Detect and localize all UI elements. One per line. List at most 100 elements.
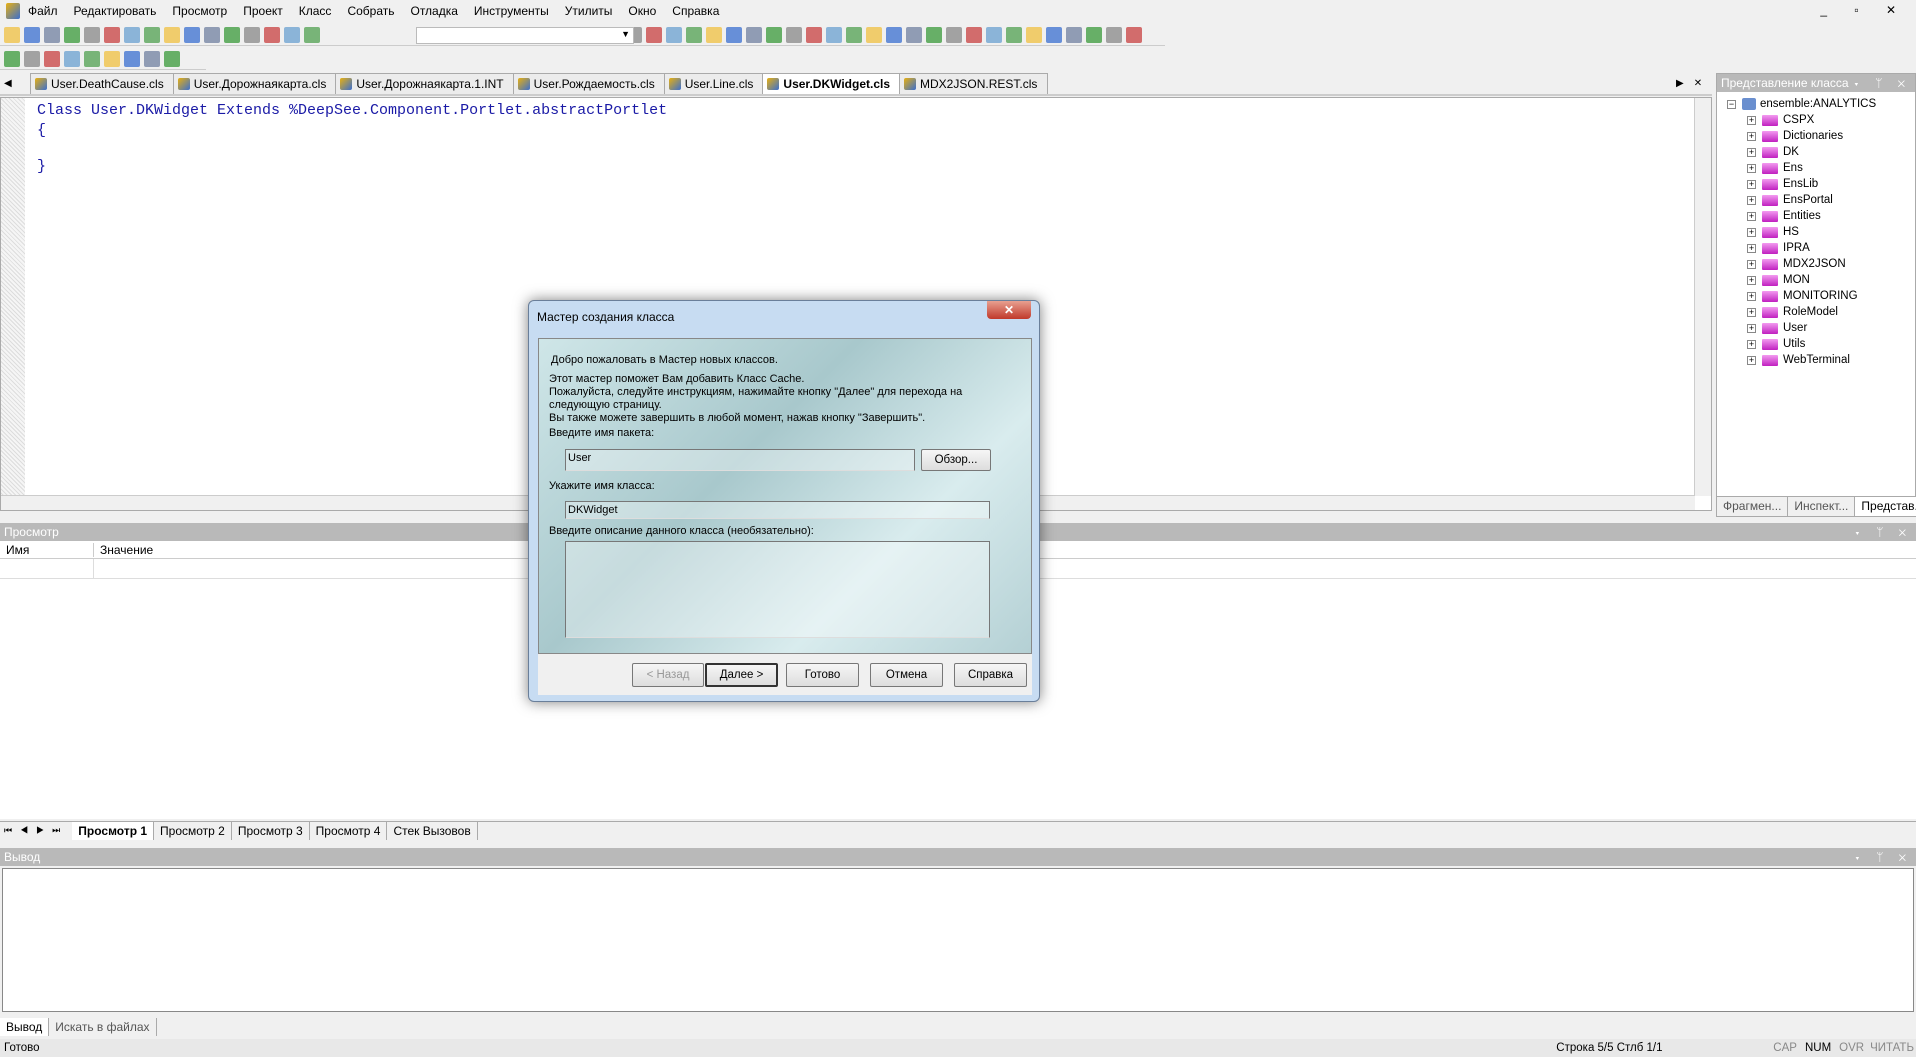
expand-icon[interactable]: + bbox=[1747, 163, 1756, 173]
toolbar-button-icon[interactable] bbox=[184, 26, 200, 43]
expand-icon[interactable]: + bbox=[1747, 339, 1756, 349]
tab-watch[interactable]: Просмотр 2 bbox=[154, 821, 232, 840]
tree-item-package[interactable]: + IPRA bbox=[1747, 240, 1915, 256]
menu-item[interactable]: Утилиты bbox=[557, 4, 621, 18]
toolbar-button-icon[interactable] bbox=[986, 26, 1002, 43]
tree-root[interactable]: − ensemble:ANALYTICS bbox=[1727, 96, 1915, 112]
toolbar-button-icon[interactable] bbox=[304, 26, 320, 43]
toolbar-button-icon[interactable] bbox=[846, 26, 862, 43]
menu-item[interactable]: Инструменты bbox=[466, 4, 557, 18]
menu-item[interactable]: Справка bbox=[664, 4, 727, 18]
toolbar-button-icon[interactable] bbox=[104, 50, 120, 67]
tree-item-package[interactable]: + Ens bbox=[1747, 160, 1915, 176]
toolbar-button-icon[interactable] bbox=[144, 26, 160, 43]
tab-find-in-files[interactable]: Искать в файлах bbox=[49, 1017, 157, 1036]
tree-item-package[interactable]: + MON bbox=[1747, 272, 1915, 288]
toolbar-button-icon[interactable] bbox=[726, 26, 742, 43]
toolbar-button-icon[interactable] bbox=[284, 26, 300, 43]
tab-watch[interactable]: Просмотр 1 bbox=[72, 821, 155, 840]
tree-item-package[interactable]: + Entities bbox=[1747, 208, 1915, 224]
menu-item[interactable]: Проект bbox=[235, 4, 291, 18]
expand-icon[interactable]: + bbox=[1747, 291, 1756, 301]
menu-item[interactable]: Отладка bbox=[402, 4, 465, 18]
toolbar-button-icon[interactable] bbox=[264, 26, 280, 43]
expand-icon[interactable]: + bbox=[1747, 259, 1756, 269]
toolbar-button-icon[interactable] bbox=[1026, 26, 1042, 43]
tree-item-package[interactable]: + Dictionaries bbox=[1747, 128, 1915, 144]
toolbar-button-icon[interactable] bbox=[766, 26, 782, 43]
toolbar-button-icon[interactable] bbox=[64, 26, 80, 43]
tab-watch[interactable]: Просмотр 4 bbox=[310, 821, 388, 840]
description-input[interactable] bbox=[565, 541, 990, 638]
expand-icon[interactable]: + bbox=[1747, 355, 1756, 365]
menu-item[interactable]: Класс bbox=[291, 4, 340, 18]
toolbar-button-icon[interactable] bbox=[1066, 26, 1082, 43]
finish-button[interactable]: Готово bbox=[786, 663, 859, 687]
tab-file[interactable]: User.Дорожнаякарта.1.INT bbox=[335, 73, 515, 94]
toolbar-button-icon[interactable] bbox=[164, 50, 180, 67]
expand-icon[interactable]: + bbox=[1747, 275, 1756, 285]
tab-scroll-left-icon[interactable]: ◀ bbox=[4, 78, 12, 89]
toolbar-button-icon[interactable] bbox=[124, 26, 140, 43]
expand-icon[interactable]: + bbox=[1747, 179, 1756, 189]
expand-icon[interactable]: + bbox=[1747, 227, 1756, 237]
tree-item-package[interactable]: + RoleModel bbox=[1747, 304, 1915, 320]
tree-item-package[interactable]: + MONITORING bbox=[1747, 288, 1915, 304]
toolbar-button-icon[interactable] bbox=[946, 26, 962, 43]
output-text[interactable] bbox=[2, 868, 1914, 1012]
tab-file[interactable]: User.DKWidget.cls bbox=[762, 73, 902, 94]
window-controls[interactable]: _ ▫ ✕ bbox=[1820, 3, 1908, 17]
menu-item[interactable]: Окно bbox=[620, 4, 664, 18]
toolbar-button-icon[interactable] bbox=[1006, 26, 1022, 43]
tab-file[interactable]: User.DeathCause.cls bbox=[30, 73, 175, 94]
tab-nav-icons[interactable]: ▶✕ bbox=[1676, 78, 1712, 89]
toolbar-button-icon[interactable] bbox=[84, 50, 100, 67]
expand-icon[interactable]: + bbox=[1747, 323, 1756, 333]
toolbar-button-icon[interactable] bbox=[1046, 26, 1062, 43]
toolbar-button-icon[interactable] bbox=[906, 26, 922, 43]
close-button[interactable]: ✕ bbox=[987, 301, 1031, 319]
search-combo[interactable]: ▼ bbox=[416, 27, 634, 44]
toolbar-button-icon[interactable] bbox=[124, 50, 140, 67]
toolbar-button-icon[interactable] bbox=[926, 26, 942, 43]
tree-item-package[interactable]: + EnsPortal bbox=[1747, 192, 1915, 208]
toolbar-button-icon[interactable] bbox=[24, 50, 40, 67]
back-button[interactable]: < Назад bbox=[632, 663, 704, 687]
menu-item[interactable]: Файл bbox=[20, 4, 66, 18]
editor-vertical-scrollbar[interactable] bbox=[1694, 98, 1711, 496]
toolbar-button-icon[interactable] bbox=[64, 50, 80, 67]
tab-class-view[interactable]: Представ... bbox=[1855, 497, 1916, 516]
tab-class-view[interactable]: Фрагмен... bbox=[1717, 497, 1789, 516]
toolbar-button-icon[interactable] bbox=[806, 26, 822, 43]
tab-output[interactable]: Вывод bbox=[0, 1017, 50, 1036]
tree-item-package[interactable]: + DK bbox=[1747, 144, 1915, 160]
toolbar-button-icon[interactable] bbox=[1086, 26, 1102, 43]
toolbar-button-icon[interactable] bbox=[786, 26, 802, 43]
toolbar-button-icon[interactable] bbox=[164, 26, 180, 43]
toolbar-button-icon[interactable] bbox=[84, 26, 100, 43]
collapse-icon[interactable]: − bbox=[1727, 99, 1736, 109]
tab-file[interactable]: User.Line.cls bbox=[663, 73, 765, 94]
next-button[interactable]: Далее > bbox=[705, 663, 778, 687]
toolbar-button-icon[interactable] bbox=[866, 26, 882, 43]
expand-icon[interactable]: + bbox=[1747, 243, 1756, 253]
toolbar-button-icon[interactable] bbox=[44, 26, 60, 43]
toolbar-button-icon[interactable] bbox=[204, 26, 220, 43]
tab-watch[interactable]: Просмотр 3 bbox=[232, 821, 310, 840]
tab-watch[interactable]: Стек Вызовов bbox=[387, 821, 478, 840]
toolbar-button-icon[interactable] bbox=[104, 26, 120, 43]
tab-file[interactable]: User.Рождаемость.cls bbox=[512, 73, 666, 94]
expand-icon[interactable]: + bbox=[1747, 131, 1756, 141]
toolbar-button-icon[interactable] bbox=[646, 26, 662, 43]
toolbar-button-icon[interactable] bbox=[24, 26, 40, 43]
panel-buttons[interactable]: ▾ ᛘ ✕ bbox=[1854, 850, 1916, 864]
tab-nav-icons[interactable]: ⏮◀▶⏭ bbox=[0, 825, 72, 836]
menu-item[interactable]: Просмотр bbox=[164, 4, 235, 18]
tab-class-view[interactable]: Инспект... bbox=[1788, 497, 1856, 516]
toolbar-button-icon[interactable] bbox=[886, 26, 902, 43]
toolbar-button-icon[interactable] bbox=[686, 26, 702, 43]
column-value[interactable]: Значение bbox=[94, 543, 153, 557]
menu-item[interactable]: Собрать bbox=[339, 4, 402, 18]
panel-buttons[interactable]: ▾ ᛘ ✕ bbox=[1854, 525, 1916, 539]
tree-item-package[interactable]: + EnsLib bbox=[1747, 176, 1915, 192]
